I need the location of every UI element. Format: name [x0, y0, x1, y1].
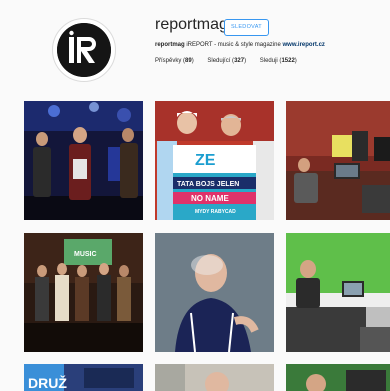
stat-posts-label: Příspěvky	[155, 58, 182, 64]
post-thumbnail[interactable]: MUSIC	[24, 233, 143, 352]
post-thumbnail[interactable]	[286, 233, 390, 352]
post-thumbnail[interactable]: ZE TATA BOJS JELEN NO NAME MYDY RABYCAD	[155, 101, 274, 220]
stat-followers-label: Sledující	[207, 58, 231, 64]
stat-followers-value: 327	[234, 58, 245, 64]
profile-stats: Příspěvky (89) Sledující (327) Sleduji (…	[155, 58, 309, 64]
person-image	[155, 364, 274, 391]
studio-image	[286, 101, 390, 220]
poster-text: DRUŽ	[28, 374, 67, 391]
profile-avatar[interactable]	[52, 18, 116, 82]
screen-text: MUSIC	[74, 251, 97, 258]
sign-line-2: NO NAME	[191, 194, 229, 203]
profile-bio: reportmag iREPORT - music & style magazi…	[155, 42, 325, 48]
sign-small: MYDY RABYCAD	[195, 209, 236, 215]
post-thumbnail[interactable]	[24, 101, 143, 220]
concert-stage-image	[24, 101, 143, 220]
stat-posts[interactable]: Příspěvky (89)	[155, 58, 195, 64]
stat-following-label: Sleduji	[259, 58, 278, 64]
ireport-logo	[57, 23, 111, 77]
green-studio-image	[286, 233, 390, 352]
man-portrait-image	[155, 233, 274, 352]
stat-following-value: 1522	[281, 58, 295, 64]
profile-username: reportmag	[155, 16, 228, 33]
post-thumbnail[interactable]: DRUŽ	[24, 364, 143, 391]
sign-logo: ZE	[195, 152, 216, 169]
bio-name: reportmag	[155, 42, 185, 48]
poster-image: DRUŽ	[24, 364, 143, 391]
post-thumbnail[interactable]	[155, 233, 274, 352]
stage-screen-image: MUSIC	[24, 233, 143, 352]
stat-followers[interactable]: Sledující (327)	[207, 58, 247, 64]
studio-partial-image	[286, 364, 390, 391]
post-thumbnail[interactable]	[286, 364, 390, 391]
bio-link[interactable]: www.ireport.cz	[282, 42, 324, 48]
bio-text: iREPORT - music & style magazine	[184, 42, 283, 48]
follow-button[interactable]: SLEDOVAT	[224, 19, 269, 36]
post-thumbnail[interactable]	[155, 364, 274, 391]
festival-sign-image: ZE TATA BOJS JELEN NO NAME MYDY RABYCAD	[155, 101, 274, 220]
stat-following[interactable]: Sleduji (1522)	[260, 58, 297, 64]
post-thumbnail[interactable]	[286, 101, 390, 220]
stat-posts-value: 89	[185, 58, 192, 64]
sign-line: TATA BOJS JELEN	[177, 181, 239, 188]
